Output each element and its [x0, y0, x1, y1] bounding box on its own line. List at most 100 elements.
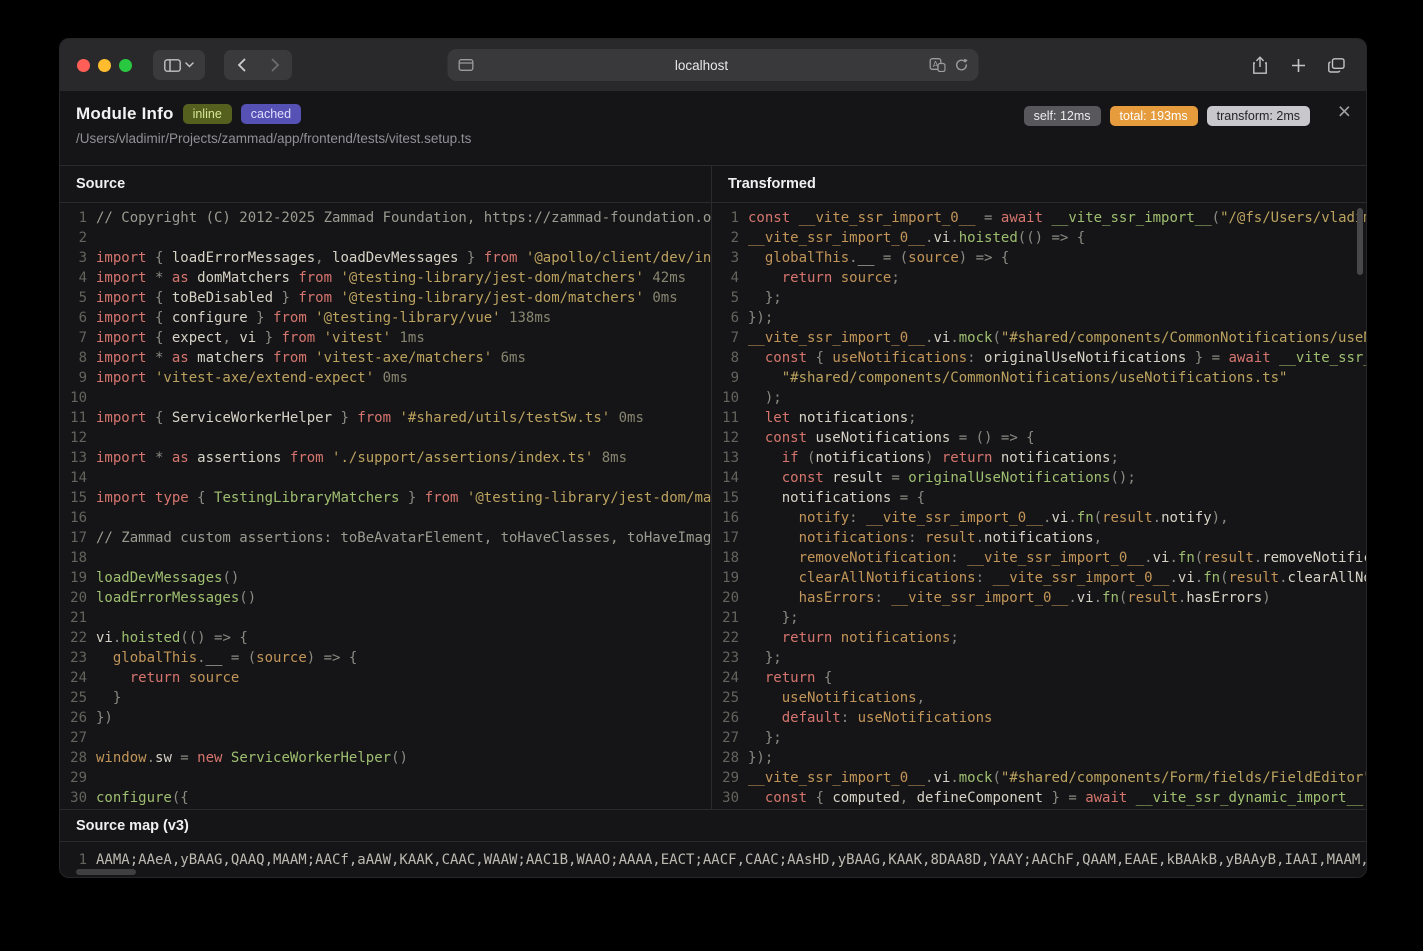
line-number: 28: [712, 748, 739, 768]
close-window-button[interactable]: [77, 59, 90, 72]
code-line: 29: [60, 768, 711, 788]
vertical-scrollbar[interactable]: [1357, 208, 1363, 275]
line-number: 6: [712, 308, 739, 328]
code-line: 3 globalThis.__ = (source) => {: [712, 248, 1366, 268]
vite-inspect-page: Module Info inlinecached self: 12mstotal…: [60, 91, 1366, 877]
code-line: 30 const { computed, defineComponent } =…: [712, 788, 1366, 808]
source-code[interactable]: 1// Copyright (C) 2012-2025 Zammad Found…: [60, 203, 712, 809]
sourcemap-row[interactable]: 1 AAMA;AAeA,yBAAG,QAAQ,MAAM;AACf,aAAW,KA…: [60, 841, 1366, 877]
code-line: 22vi.hoisted(() => {: [60, 628, 711, 648]
code-line: 24 return {: [712, 668, 1366, 688]
address-bar-actions: A: [930, 58, 969, 72]
code-line: 10: [60, 388, 711, 408]
code-line: 9 "#shared/components/CommonNotification…: [712, 368, 1366, 388]
code-line: 15 notifications = {: [712, 488, 1366, 508]
line-number: 27: [712, 728, 739, 748]
line-number: 26: [712, 708, 739, 728]
line-number: 4: [712, 268, 739, 288]
module-path: /Users/vladimir/Projects/zammad/app/fron…: [76, 131, 1350, 146]
back-button[interactable]: [224, 50, 258, 80]
forward-button[interactable]: [258, 50, 292, 80]
line-number: 7: [60, 328, 87, 348]
code-line: 26}): [60, 708, 711, 728]
line-number: 12: [712, 428, 739, 448]
line-number: 12: [60, 428, 87, 448]
url-text: localhost: [474, 58, 930, 73]
line-number: 17: [712, 528, 739, 548]
line-number: 23: [712, 648, 739, 668]
line-number: 30: [60, 788, 87, 808]
close-icon[interactable]: ×: [1338, 100, 1351, 123]
page-title: Module Info: [76, 104, 174, 124]
code-line: 28});: [712, 748, 1366, 768]
window-controls: [77, 59, 132, 72]
line-number: 10: [60, 388, 87, 408]
line-number: 18: [60, 548, 87, 568]
line-number: 17: [60, 528, 87, 548]
status-badge: inline: [183, 104, 232, 124]
code-line: 16: [60, 508, 711, 528]
line-number: 18: [712, 548, 739, 568]
line-number: 13: [712, 448, 739, 468]
line-number: 25: [60, 688, 87, 708]
code-line: 21: [60, 608, 711, 628]
metric-badge: transform: 2ms: [1207, 106, 1310, 126]
code-line: 8import * as matchers from 'vitest-axe/m…: [60, 348, 711, 368]
metric-badge: self: 12ms: [1024, 106, 1101, 126]
line-number: 16: [712, 508, 739, 528]
line-number: 22: [712, 628, 739, 648]
share-button[interactable]: [1245, 50, 1275, 80]
transformed-code[interactable]: 1const __vite_ssr_import_0__ = await __v…: [712, 203, 1366, 809]
transformed-panel-title: Transformed: [712, 166, 1366, 202]
page-settings-icon[interactable]: [459, 59, 474, 71]
code-line: 17// Zammad custom assertions: toBeAvata…: [60, 528, 711, 548]
address-bar[interactable]: localhost A: [448, 49, 979, 81]
code-area: 1// Copyright (C) 2012-2025 Zammad Found…: [60, 203, 1366, 809]
line-number: 19: [60, 568, 87, 588]
code-line: 12 const useNotifications = () => {: [712, 428, 1366, 448]
code-line: 20loadErrorMessages(): [60, 588, 711, 608]
code-line: 1// Copyright (C) 2012-2025 Zammad Found…: [60, 208, 711, 228]
line-number: 23: [60, 648, 87, 668]
line-number: 24: [60, 668, 87, 688]
code-line: 20 hasErrors: __vite_ssr_import_0__.vi.f…: [712, 588, 1366, 608]
line-number: 2: [60, 228, 87, 248]
code-line: 18 removeNotification: __vite_ssr_import…: [712, 548, 1366, 568]
code-line: 6import { configure } from '@testing-lib…: [60, 308, 711, 328]
line-number: 11: [712, 408, 739, 428]
toolbar-right-actions: [1245, 50, 1351, 80]
minimize-window-button[interactable]: [98, 59, 111, 72]
code-line: 27 };: [712, 728, 1366, 748]
code-line: 15import type { TestingLibraryMatchers }…: [60, 488, 711, 508]
translate-icon[interactable]: A: [930, 58, 946, 72]
timing-metrics: self: 12mstotal: 193mstransform: 2ms: [1024, 106, 1310, 126]
sourcemap-title: Source map (v3): [60, 809, 1366, 841]
code-line: 19loadDevMessages(): [60, 568, 711, 588]
code-line: 19 clearAllNotifications: __vite_ssr_imp…: [712, 568, 1366, 588]
tab-overview-button[interactable]: [1321, 50, 1351, 80]
code-line: 13 if (notifications) return notificatio…: [712, 448, 1366, 468]
code-line: 18: [60, 548, 711, 568]
code-line: 10 );: [712, 388, 1366, 408]
module-info-header: Module Info inlinecached self: 12mstotal…: [60, 91, 1366, 166]
reload-icon[interactable]: [955, 58, 969, 72]
zoom-window-button[interactable]: [119, 59, 132, 72]
new-tab-button[interactable]: [1283, 50, 1313, 80]
line-number: 19: [712, 568, 739, 588]
line-number: 27: [60, 728, 87, 748]
code-line: 9import 'vitest-axe/extend-expect' 0ms: [60, 368, 711, 388]
code-line: 11 let notifications;: [712, 408, 1366, 428]
code-line: 22 return notifications;: [712, 628, 1366, 648]
horizontal-scrollbar[interactable]: [76, 869, 136, 875]
code-line: 29__vite_ssr_import_0__.vi.mock("#shared…: [712, 768, 1366, 788]
line-number: 28: [60, 748, 87, 768]
code-line: 14: [60, 468, 711, 488]
browser-toolbar: localhost A: [60, 39, 1366, 92]
line-number: 22: [60, 628, 87, 648]
code-line: 23 globalThis.__ = (source) => {: [60, 648, 711, 668]
line-number: 26: [60, 708, 87, 728]
sidebar-toggle-button[interactable]: [153, 50, 205, 80]
line-number: 9: [712, 368, 739, 388]
code-line: 17 notifications: result.notifications,: [712, 528, 1366, 548]
code-line: 30configure({: [60, 788, 711, 808]
